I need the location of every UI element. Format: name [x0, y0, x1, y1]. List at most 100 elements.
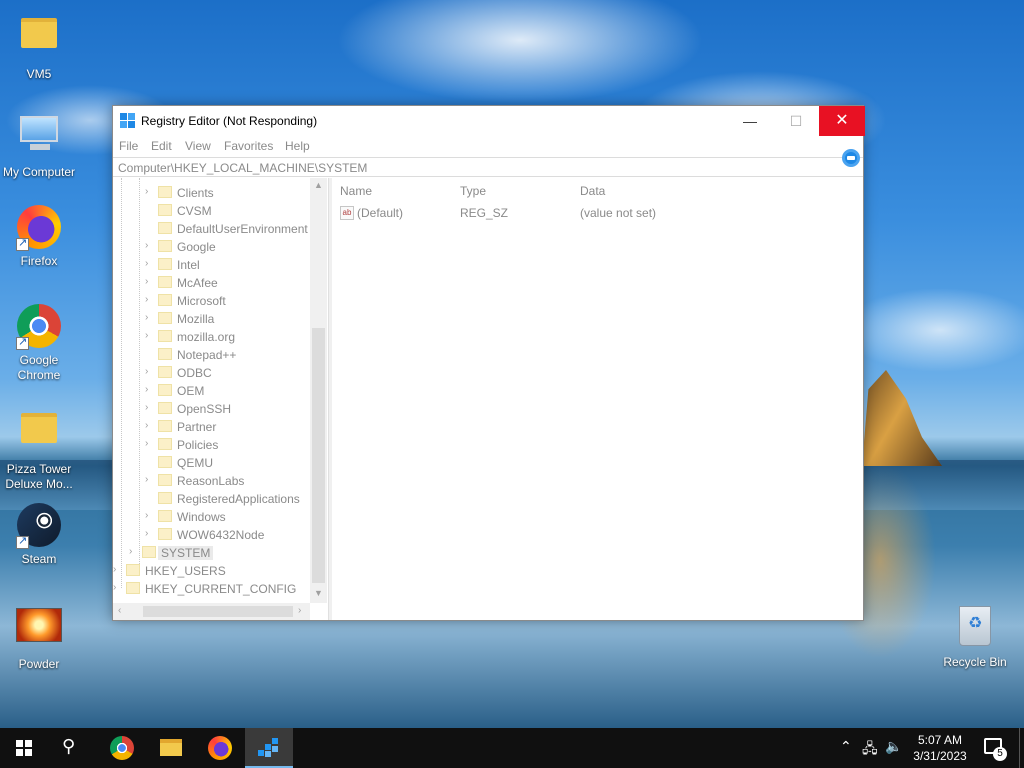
maximize-button[interactable]: ☐	[773, 106, 819, 136]
expand-chevron-icon[interactable]: ›	[145, 276, 148, 287]
folder-icon	[158, 456, 172, 468]
shortcut-arrow-icon	[16, 534, 29, 549]
scroll-left-icon[interactable]: ‹	[118, 605, 121, 616]
key-tree-pane[interactable]: › Clients CVSM DefaultUserEnvironment › Googl…	[113, 178, 328, 620]
show-desktop-button[interactable]	[1019, 728, 1020, 768]
menu-bar: File Edit View Favorites Help	[113, 136, 863, 156]
scroll-up-icon[interactable]: ▲	[314, 180, 323, 190]
registry-editor-icon	[258, 738, 280, 758]
tree-item-label: Clients	[177, 186, 214, 200]
expand-chevron-icon[interactable]: ›	[129, 546, 132, 557]
windows-logo-icon	[16, 740, 32, 756]
expand-chevron-icon[interactable]: ›	[145, 420, 148, 431]
expand-chevron-icon[interactable]: ›	[145, 438, 148, 449]
desktop-icon-label: Recycle Bin	[943, 655, 1007, 669]
taskbar-file-explorer[interactable]	[147, 728, 195, 768]
values-pane[interactable]: Name Type Data ab (Default) REG_SZ (valu…	[332, 178, 863, 620]
taskbar-firefox[interactable]	[196, 728, 244, 768]
folder-icon	[158, 276, 172, 288]
tree-item-label: McAfee	[177, 276, 218, 290]
network-icon[interactable]: 🖧	[862, 738, 878, 762]
folder-icon	[158, 330, 172, 342]
address-bar[interactable]: Computer\HKEY_LOCAL_MACHINE\SYSTEM	[113, 157, 863, 177]
tree-item-label: HKEY_USERS	[145, 564, 226, 578]
busy-cursor-icon	[842, 149, 860, 167]
expand-chevron-icon[interactable]: ›	[145, 240, 148, 251]
tree-item-label: RegisteredApplications	[177, 492, 300, 506]
tree-item-label: Mozilla	[177, 312, 215, 326]
title-bar[interactable]: Registry Editor (Not Responding) — ☐ ✕	[113, 106, 865, 136]
folder-icon	[158, 492, 172, 504]
powder-icon	[16, 608, 62, 642]
desktop-icon-vm5[interactable]: VM5	[0, 10, 78, 82]
expand-chevron-icon[interactable]: ›	[145, 312, 148, 323]
menu-edit[interactable]: Edit	[151, 139, 172, 153]
start-button[interactable]	[0, 728, 48, 768]
folder-icon	[158, 312, 172, 324]
search-button[interactable]: ⚲	[48, 728, 96, 768]
show-hidden-icons-chevron-icon[interactable]: ⌃	[840, 738, 852, 755]
desktop-icon-recycle-bin[interactable]: Recycle Bin	[936, 602, 1014, 670]
folder-icon	[158, 186, 172, 198]
tree-horizontal-scrollbar[interactable]: ‹ ›	[113, 603, 310, 620]
desktop-icon-chrome[interactable]: Google Chrome	[0, 304, 78, 383]
menu-help[interactable]: Help	[285, 139, 310, 153]
expand-chevron-icon[interactable]: ›	[145, 474, 148, 485]
expand-chevron-icon[interactable]: ›	[145, 294, 148, 305]
expand-chevron-icon[interactable]: ›	[145, 528, 148, 539]
tree-item-label: OpenSSH	[177, 402, 232, 416]
shortcut-arrow-icon	[16, 236, 29, 251]
column-header-name[interactable]: Name	[340, 184, 372, 198]
tree-item-label: ODBC	[177, 366, 212, 380]
scroll-down-icon[interactable]: ▼	[314, 588, 323, 598]
desktop-icon-my-computer[interactable]: My Computer	[0, 110, 78, 180]
search-icon: ⚲	[62, 736, 76, 756]
folder-icon	[126, 564, 140, 576]
menu-favorites[interactable]: Favorites	[224, 139, 273, 153]
volume-icon[interactable]: 🔈	[885, 738, 902, 755]
scroll-thumb[interactable]	[312, 328, 325, 583]
menu-file[interactable]: File	[119, 139, 138, 153]
desktop-icon-label: My Computer	[2, 165, 76, 179]
tree-vertical-scrollbar[interactable]: ▲ ▼	[310, 178, 327, 603]
folder-icon	[158, 294, 172, 306]
registry-editor-window[interactable]: Registry Editor (Not Responding) — ☐ ✕ F…	[112, 105, 865, 621]
wallpaper-rock	[862, 370, 942, 466]
column-header-data[interactable]: Data	[580, 184, 605, 198]
desktop-icon-label: Google Chrome	[17, 353, 61, 382]
taskbar-chrome[interactable]	[98, 728, 146, 768]
expand-chevron-icon[interactable]: ›	[145, 402, 148, 413]
expand-chevron-icon[interactable]: ›	[113, 582, 116, 593]
desktop-icon-firefox[interactable]: Firefox	[0, 205, 78, 269]
expand-chevron-icon[interactable]: ›	[145, 330, 148, 341]
folder-icon	[158, 402, 172, 414]
folder-icon	[158, 510, 172, 522]
address-path: Computer\HKEY_LOCAL_MACHINE\SYSTEM	[118, 161, 368, 175]
column-header-type[interactable]: Type	[460, 184, 486, 198]
expand-chevron-icon[interactable]: ›	[145, 186, 148, 197]
taskbar-registry-editor[interactable]	[245, 728, 293, 768]
expand-chevron-icon[interactable]: ›	[145, 384, 148, 395]
folder-icon	[158, 528, 172, 540]
minimize-button[interactable]: —	[727, 106, 773, 136]
close-button[interactable]: ✕	[819, 106, 865, 136]
tree-guide-line	[139, 178, 140, 564]
tree-item-label: WOW6432Node	[177, 528, 265, 542]
expand-chevron-icon[interactable]: ›	[145, 258, 148, 269]
desktop-icon-steam[interactable]: Steam	[0, 503, 78, 567]
folder-icon	[126, 582, 140, 594]
clock[interactable]: 5:07 AM 3/31/2023	[905, 732, 975, 764]
expand-chevron-icon[interactable]: ›	[113, 564, 116, 575]
scroll-right-icon[interactable]: ›	[298, 605, 301, 616]
desktop-icon-pizza-tower[interactable]: Pizza Tower Deluxe Mo...	[0, 405, 78, 492]
desktop-icon-label: Firefox	[20, 254, 58, 268]
recycle-bin-icon	[959, 606, 991, 646]
scroll-thumb[interactable]	[143, 606, 293, 617]
expand-chevron-icon[interactable]: ›	[145, 510, 148, 521]
value-name[interactable]: (Default)	[357, 206, 403, 220]
expand-chevron-icon[interactable]: ›	[145, 366, 148, 377]
tree-item-label: Microsoft	[177, 294, 226, 308]
computer-icon	[20, 116, 58, 150]
menu-view[interactable]: View	[185, 139, 211, 153]
desktop-icon-powder[interactable]: Powder	[0, 602, 78, 672]
